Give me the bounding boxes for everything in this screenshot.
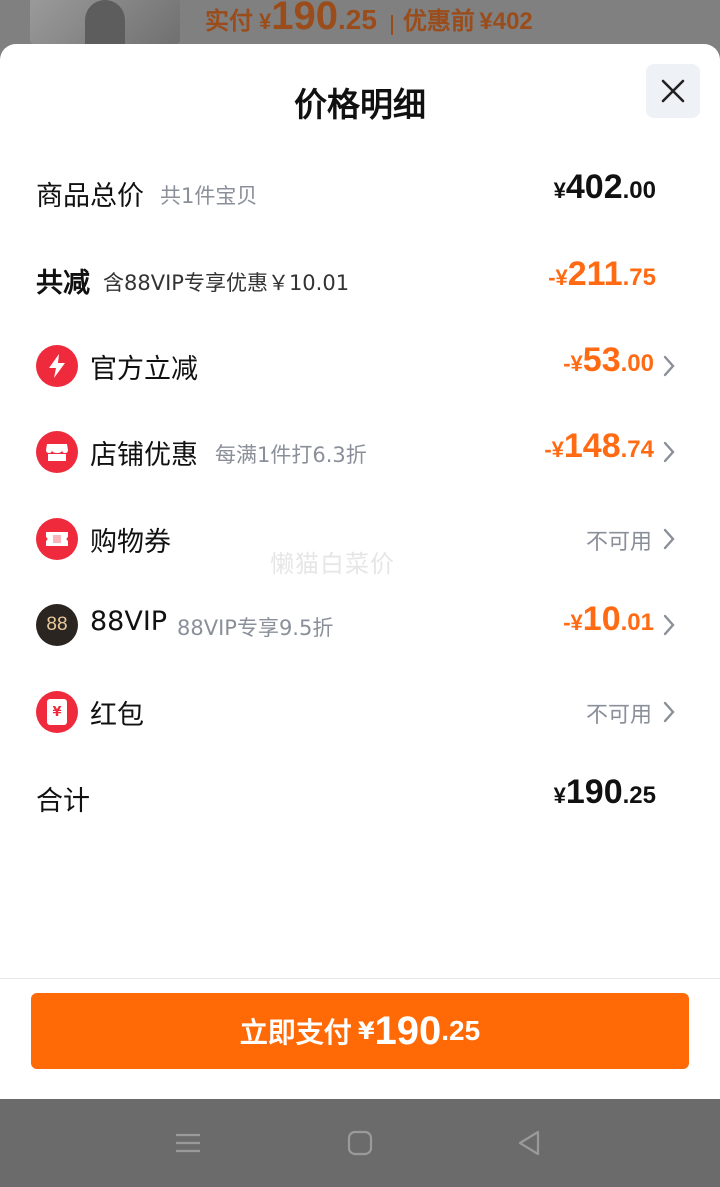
vip-amount: -¥10.01 xyxy=(563,600,654,639)
row-total-price: 商品总价 共1件宝贝 ¥402.00 xyxy=(0,162,720,222)
row-label: 共减 xyxy=(36,268,90,299)
vip-icon-text: 88 xyxy=(46,614,68,635)
amount-dec: .00 xyxy=(620,350,654,377)
row-88vip[interactable]: 88 88VIP 88VIP专享9.5折 -¥10.01 xyxy=(0,594,720,654)
amount-dec: .25 xyxy=(622,782,656,809)
row-sub: 含88VIP专享优惠￥10.01 xyxy=(103,271,350,295)
vip-88-icon: 88 xyxy=(36,604,78,646)
header-price: 实付 ¥190.25 优惠前 ¥402 xyxy=(205,0,533,39)
home-icon[interactable] xyxy=(344,1127,376,1159)
row-sub: 共1件宝贝 xyxy=(160,184,258,208)
row-red-packet[interactable]: ¥ 红包 不可用 xyxy=(0,681,720,741)
divider xyxy=(0,978,720,979)
amount-symbol: -¥ xyxy=(563,351,583,376)
row-label: 店铺优惠 xyxy=(90,440,198,471)
store-icon xyxy=(36,431,78,473)
amount-symbol: -¥ xyxy=(544,437,564,462)
amount-int: 10 xyxy=(582,600,621,638)
row-store-discount[interactable]: 店铺优惠 每满1件打6.3折 -¥148.74 xyxy=(0,421,720,481)
pay-label: 立即支付 xyxy=(239,1016,352,1049)
amount-dec: .00 xyxy=(622,177,656,204)
product-thumbnail xyxy=(30,0,180,44)
row-label: 88VIP xyxy=(90,606,168,637)
close-icon xyxy=(661,79,685,103)
sum-amount: ¥190.25 xyxy=(554,773,656,812)
chevron-right-icon xyxy=(663,614,675,636)
chevron-right-icon xyxy=(663,441,675,463)
row-official-discount[interactable]: 官方立减 -¥53.00 xyxy=(0,335,720,395)
chevron-right-icon xyxy=(663,701,675,723)
amount-int: 148 xyxy=(563,427,621,465)
pay-symbol: ¥ xyxy=(357,1017,375,1045)
chevron-right-icon xyxy=(663,355,675,377)
before-label: 优惠前 xyxy=(402,8,475,35)
status-unavailable: 不可用 xyxy=(585,703,652,728)
row-label: 购物券 xyxy=(90,527,171,558)
paid-int: 190 xyxy=(271,0,338,38)
amount-int: 402 xyxy=(565,168,623,206)
header-separator xyxy=(390,14,393,35)
row-label: 合计 xyxy=(36,786,90,817)
red-packet-icon-text: ¥ xyxy=(47,699,67,725)
total-amount: ¥402.00 xyxy=(554,168,656,207)
chevron-right-icon xyxy=(663,528,675,550)
amount-dec: .75 xyxy=(622,264,656,291)
row-label: 商品总价 xyxy=(36,181,144,212)
red-packet-icon: ¥ xyxy=(36,691,78,733)
amount-dec: .74 xyxy=(620,436,654,463)
paid-dec: .25 xyxy=(338,4,377,35)
amount-symbol: ¥ xyxy=(553,178,566,203)
paid-symbol: ¥ xyxy=(259,9,272,34)
amount-int: 53 xyxy=(582,341,621,379)
menu-icon[interactable] xyxy=(172,1127,204,1159)
store-amount: -¥148.74 xyxy=(544,427,654,466)
amount-int: 190 xyxy=(565,773,623,811)
paid-label: 实付 xyxy=(205,8,253,35)
lightning-icon xyxy=(36,345,78,387)
before-value: ¥402 xyxy=(479,8,533,35)
back-icon[interactable] xyxy=(514,1127,546,1159)
reduction-amount: -¥211.75 xyxy=(548,255,656,294)
row-sub: 每满1件打6.3折 xyxy=(215,443,367,467)
row-sum: 合计 ¥190.25 xyxy=(0,767,720,827)
row-total-reduction: 共减 含88VIP专享优惠￥10.01 -¥211.75 xyxy=(0,249,720,309)
pay-int: 190 xyxy=(374,1008,442,1053)
ticket-icon xyxy=(36,518,78,560)
system-navigation-bar xyxy=(0,1099,720,1187)
amount-dec: .01 xyxy=(620,609,654,636)
sheet-title: 价格明细 xyxy=(294,85,426,124)
official-amount: -¥53.00 xyxy=(563,341,654,380)
amount-int: 211 xyxy=(567,255,623,293)
row-label: 红包 xyxy=(90,700,144,731)
pay-dec: .25 xyxy=(441,1015,481,1046)
watermark: 懒猫白菜价 xyxy=(270,550,395,578)
close-button[interactable] xyxy=(646,64,700,118)
row-label: 官方立减 xyxy=(90,354,198,385)
status-unavailable: 不可用 xyxy=(585,530,652,555)
row-sub: 88VIP专享9.5折 xyxy=(177,616,334,640)
amount-symbol: -¥ xyxy=(563,610,583,635)
price-detail-sheet: 价格明细 商品总价 共1件宝贝 ¥402.00 共减 含88VIP专享优惠￥10… xyxy=(0,44,720,1099)
pay-now-button[interactable]: 立即支付 ¥190.25 xyxy=(31,993,689,1069)
amount-symbol: ¥ xyxy=(553,783,566,808)
amount-symbol: -¥ xyxy=(548,265,568,290)
